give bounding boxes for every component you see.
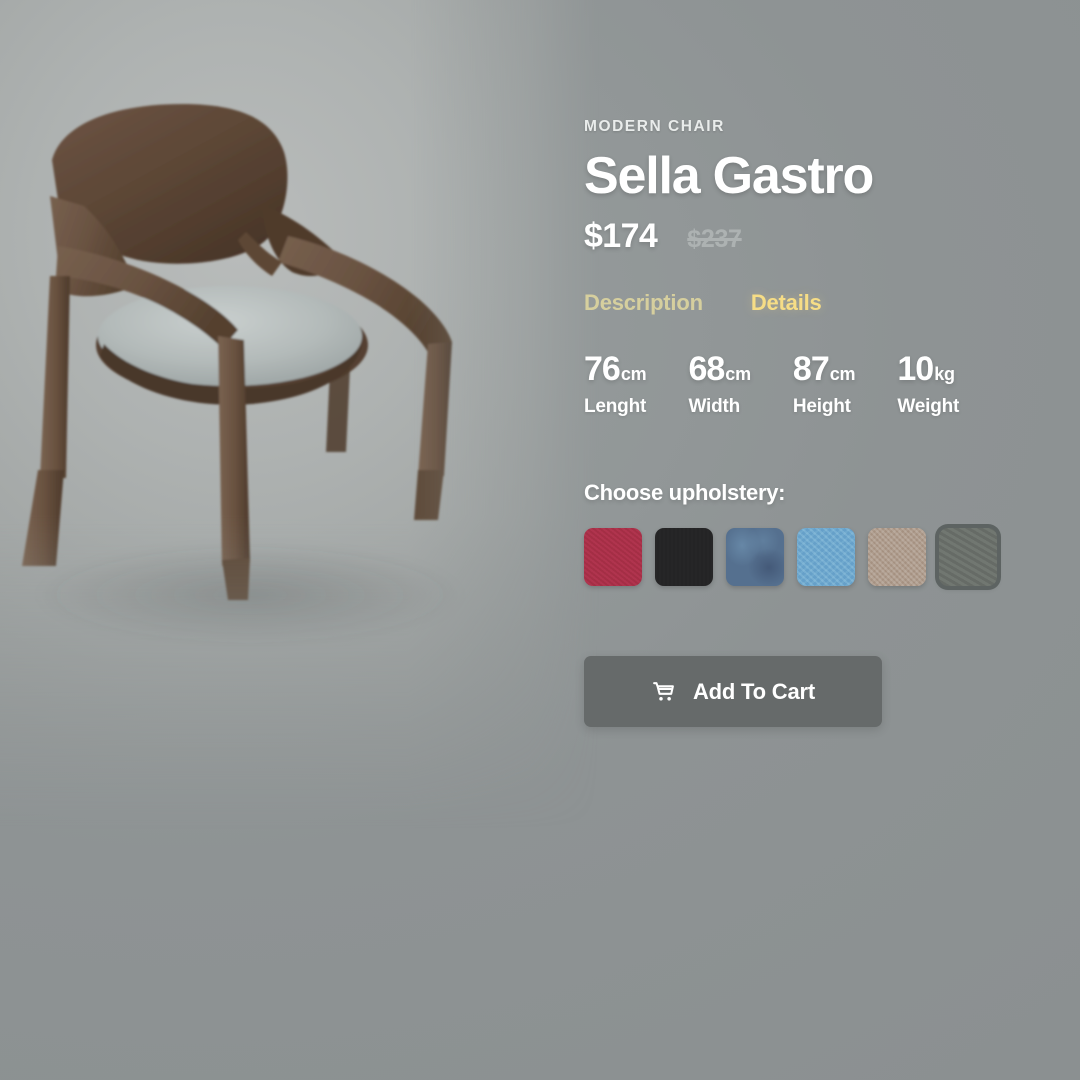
- upholstery-swatch-list: [584, 528, 1054, 587]
- product-page: MODERN CHAIR Sella Gastro $174 $237 Desc…: [0, 0, 1080, 1080]
- swatch-slate-blue[interactable]: [726, 528, 784, 587]
- swatch-texture: [584, 528, 642, 587]
- spec-height-number: 87: [792, 350, 830, 389]
- original-price: $237: [687, 225, 742, 254]
- product-title: Sella Gastro: [584, 147, 874, 205]
- swatch-texture: [797, 528, 855, 587]
- swatch-light-blue[interactable]: [797, 528, 855, 587]
- swatch-black[interactable]: [655, 528, 713, 587]
- current-price: $174: [584, 217, 658, 256]
- spec-lenght-number: 76: [584, 350, 621, 389]
- shopping-cart-icon: [653, 682, 674, 701]
- swatch-texture: [726, 528, 784, 587]
- spec-lenght-label: Lenght: [584, 396, 647, 418]
- product-info: MODERN CHAIR Sella Gastro $174 $237 Desc…: [584, 118, 1054, 728]
- specs-list: 76 cm Lenght 68 cm Width 87 cm Height 10…: [584, 352, 1054, 418]
- product-category-eyebrow: MODERN CHAIR: [584, 118, 725, 135]
- upholstery-heading: Choose upholstery:: [584, 480, 786, 506]
- spec-width-label: Width: [688, 396, 741, 418]
- swatch-beige-taupe[interactable]: [868, 528, 926, 587]
- spec-width-value: 68 cm: [688, 350, 751, 389]
- tab-details[interactable]: Details: [751, 290, 822, 316]
- spec-width: 68 cm Width: [688, 350, 751, 418]
- swatch-gray-green[interactable]: [939, 528, 997, 587]
- add-to-cart-label: Add To Cart: [692, 678, 816, 704]
- tab-description[interactable]: Description: [584, 290, 703, 316]
- spec-weight: 10 kg Weight: [897, 352, 959, 418]
- spec-height-value: 87 cm: [792, 350, 856, 389]
- product-image-chair: [22, 104, 465, 647]
- swatch-texture: [939, 528, 997, 587]
- spec-height-label: Height: [792, 396, 851, 418]
- product-image-panel: [0, 0, 600, 830]
- spec-weight-unit: kg: [934, 364, 955, 385]
- spec-weight-value: 10 kg: [897, 352, 959, 386]
- spec-width-number: 68: [688, 350, 725, 389]
- swatch-crimson-red[interactable]: [584, 528, 642, 587]
- swatch-texture: [868, 528, 926, 587]
- swatch-texture: [655, 528, 713, 587]
- add-to-cart-button[interactable]: Add To Cart: [584, 656, 882, 728]
- spec-lenght: 76 cm Lenght: [584, 350, 647, 418]
- spec-weight-number: 10: [897, 350, 934, 389]
- price-row: $174 $237: [584, 217, 1054, 256]
- spec-height: 87 cm Height: [792, 350, 856, 418]
- spec-weight-label: Weight: [897, 396, 960, 418]
- spec-width-unit: cm: [725, 364, 751, 385]
- spec-lenght-unit: cm: [620, 364, 647, 385]
- spec-lenght-value: 76 cm: [584, 350, 647, 389]
- product-tabs: Description Details: [584, 290, 1054, 316]
- spec-height-unit: cm: [829, 364, 856, 385]
